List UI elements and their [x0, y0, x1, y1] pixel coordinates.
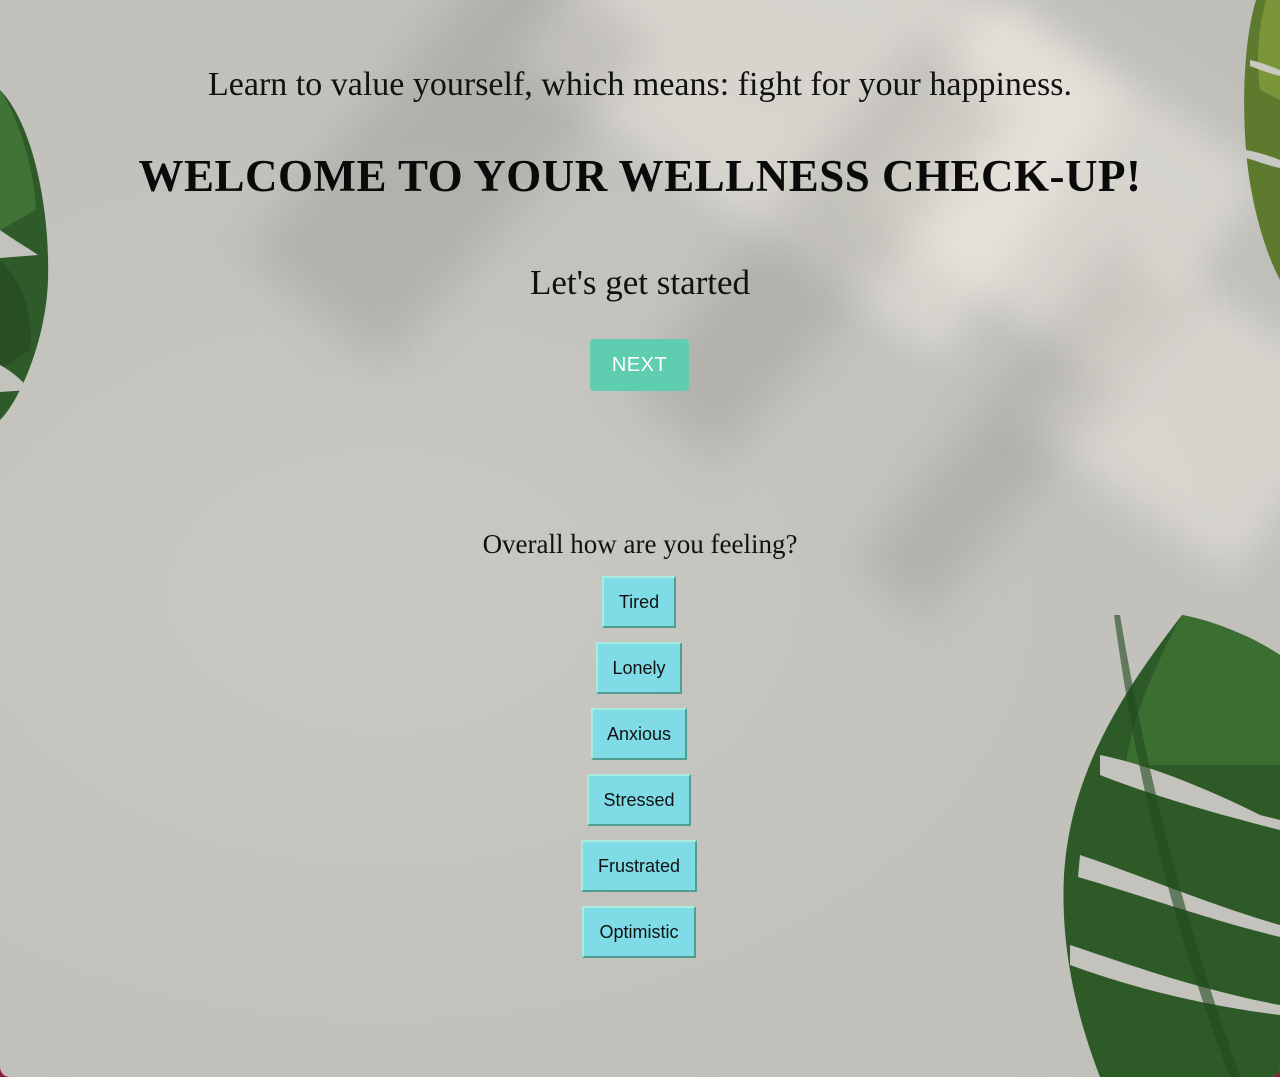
feeling-option-lonely[interactable]: Lonely — [596, 642, 682, 694]
monstera-leaf-top-left — [0, 90, 49, 420]
feeling-option-frustrated[interactable]: Frustrated — [581, 840, 697, 892]
motivational-quote: Learn to value yourself, which means: fi… — [208, 66, 1072, 103]
feeling-option-tired[interactable]: Tired — [602, 576, 676, 628]
feeling-option-anxious[interactable]: Anxious — [591, 708, 687, 760]
page-title: WELCOME TO YOUR WELLNESS CHECK-UP! — [138, 151, 1142, 201]
next-button[interactable]: NEXT — [590, 339, 689, 391]
feeling-option-stressed[interactable]: Stressed — [587, 774, 691, 826]
monstera-leaf-top-right — [1244, 0, 1280, 280]
monstera-leaf-bottom-right — [1063, 615, 1280, 1077]
page-subtitle: Let's get started — [529, 263, 751, 302]
page-background: Learn to value yourself, which means: fi… — [0, 0, 1280, 1077]
feeling-option-optimistic[interactable]: Optimistic — [582, 906, 696, 958]
feeling-question: Overall how are you feeling? — [482, 529, 798, 559]
